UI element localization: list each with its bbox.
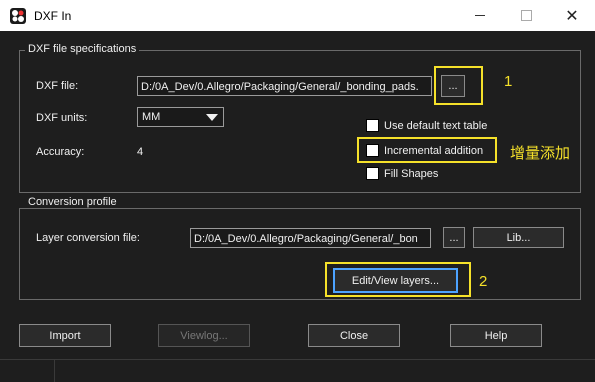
- status-segment-divider: [54, 360, 55, 382]
- dxf-file-label: DXF file:: [36, 80, 79, 92]
- layer-conversion-file-field[interactable]: D:/0A_Dev/0.Allegro/Packaging/General/_b…: [190, 228, 431, 248]
- annotation-1: 1: [504, 73, 513, 90]
- dxf-units-label: DXF units:: [36, 112, 88, 124]
- conversion-profile-group-label: Conversion profile: [25, 196, 120, 208]
- status-divider: [0, 359, 595, 360]
- fill-shapes-checkbox[interactable]: [366, 167, 379, 180]
- app-icon: [10, 8, 26, 24]
- title-bar: DXF In ✕: [0, 0, 595, 31]
- highlight-box-incremental: [357, 137, 497, 163]
- conversion-profile-group: [19, 208, 581, 300]
- window-title: DXF In: [34, 9, 72, 23]
- accuracy-label: Accuracy:: [36, 146, 85, 158]
- close-icon[interactable]: ✕: [549, 0, 595, 31]
- maximize-icon[interactable]: [503, 0, 549, 31]
- layer-conversion-file-label: Layer conversion file:: [36, 232, 140, 244]
- fill-shapes-label: Fill Shapes: [384, 168, 439, 180]
- annotation-cn: 增量添加: [510, 145, 571, 162]
- import-button[interactable]: Import: [19, 324, 111, 347]
- highlight-box-browse: [434, 66, 483, 105]
- layer-file-browse-button[interactable]: ...: [443, 227, 465, 248]
- accuracy-value: 4: [137, 146, 144, 158]
- dxf-specs-group-label: DXF file specifications: [25, 43, 140, 55]
- close-button[interactable]: Close: [308, 324, 400, 347]
- minimize-icon[interactable]: [457, 0, 503, 31]
- annotation-2: 2: [479, 273, 488, 290]
- help-button[interactable]: Help: [450, 324, 542, 347]
- edit-view-layers-button[interactable]: Edit/View layers...: [333, 268, 458, 293]
- dxf-file-field[interactable]: D:/0A_Dev/0.Allegro/Packaging/General/_b…: [137, 76, 432, 96]
- use-default-text-table-checkbox[interactable]: [366, 119, 379, 132]
- dxf-units-value: MM: [142, 111, 161, 123]
- viewlog-button[interactable]: Viewlog...: [158, 324, 250, 347]
- use-default-text-table-label: Use default text table: [384, 120, 488, 132]
- chevron-down-icon: [206, 114, 218, 121]
- lib-button[interactable]: Lib...: [473, 227, 564, 248]
- dxf-specs-group: [19, 50, 581, 193]
- dxf-units-select[interactable]: MM: [137, 107, 224, 127]
